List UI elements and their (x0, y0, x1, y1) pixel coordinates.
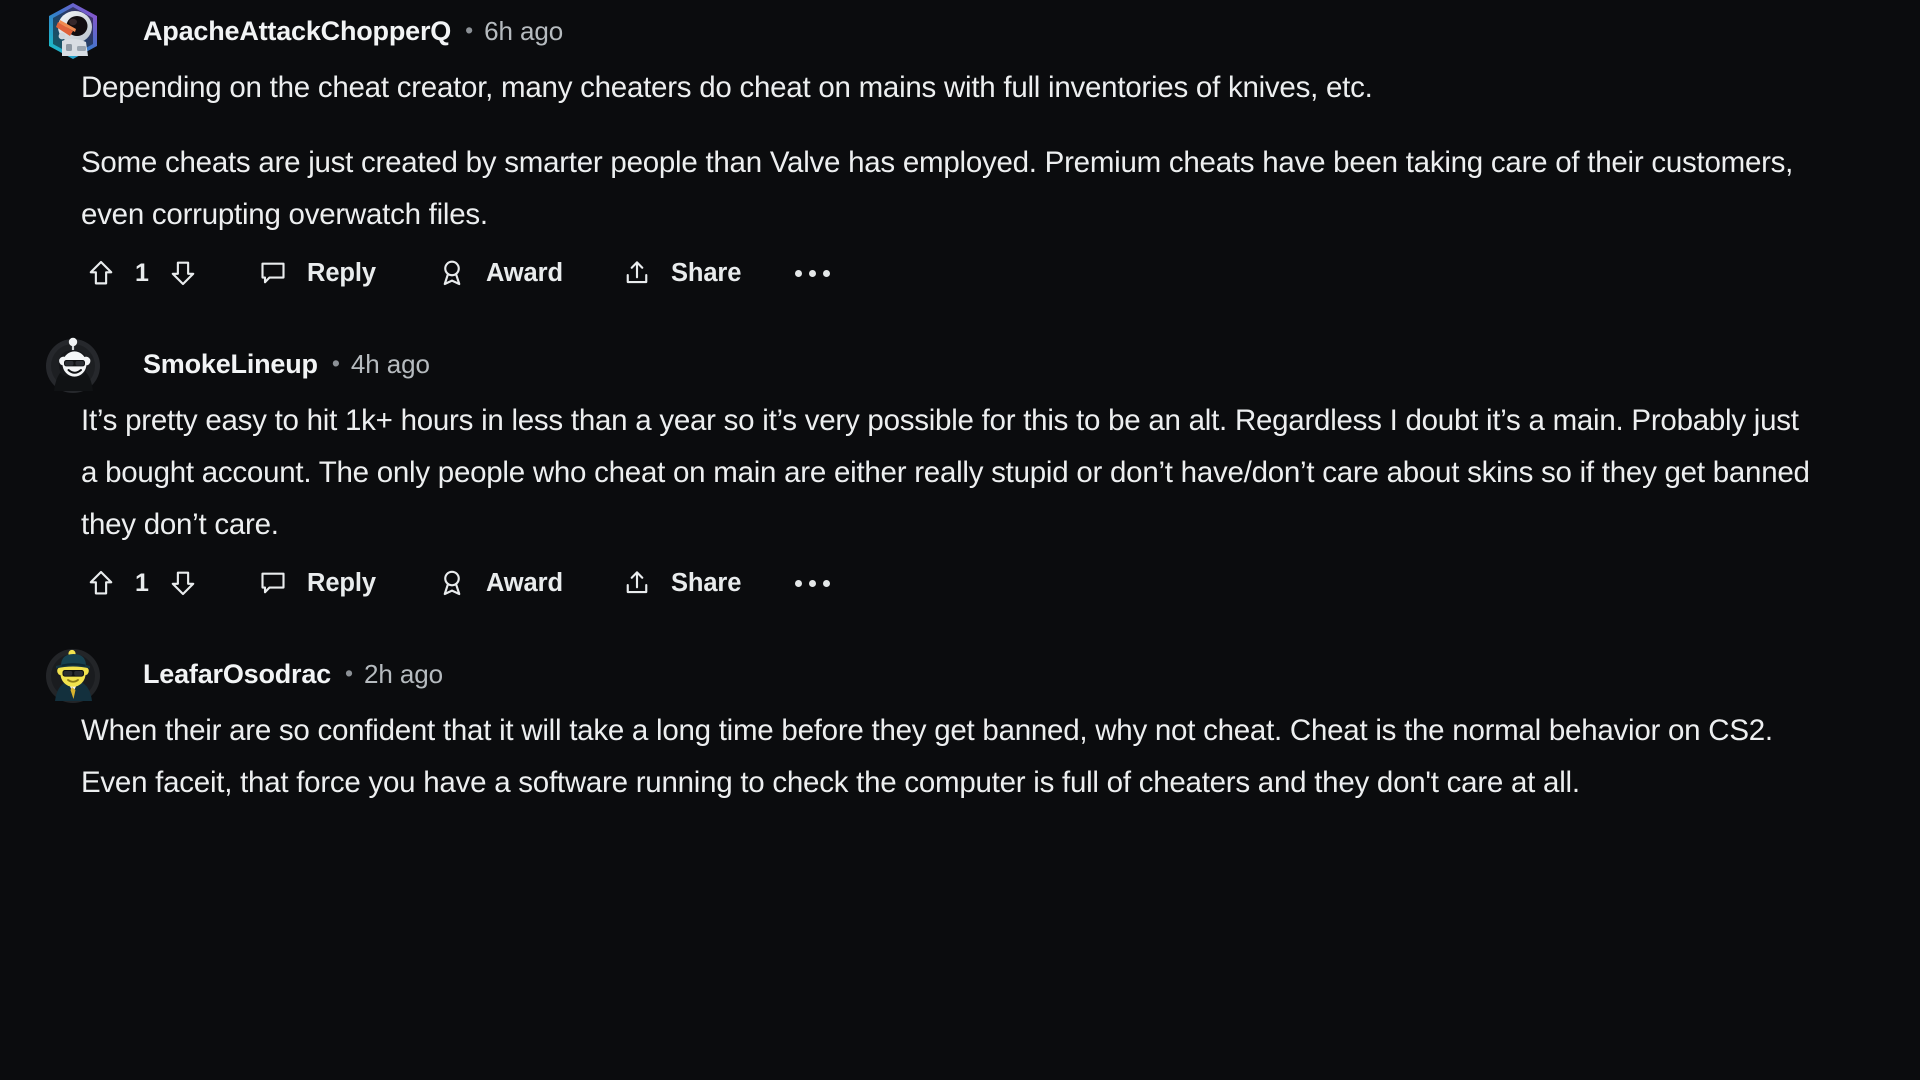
comment-spacer (0, 615, 1920, 643)
vote-count: 1 (135, 568, 149, 597)
comment-paragraph: When their are so confident that it will… (81, 714, 1773, 799)
comment-body: Depending on the cheat creator, many che… (81, 62, 1871, 241)
comment-bubble-icon (253, 253, 293, 293)
reply-label: Reply (307, 568, 376, 597)
upvote-arrow-icon[interactable] (81, 563, 121, 603)
comment-header: ApacheAttackChopperQ • 6h ago (42, 0, 1920, 62)
overflow-dots-icon (791, 563, 834, 603)
separator-dot: • (465, 16, 474, 43)
vote-group: 1 (81, 253, 203, 293)
share-button[interactable]: Share (617, 563, 741, 603)
comment-timestamp: 4h ago (350, 348, 430, 379)
comment-spacer (0, 305, 1920, 333)
comment-header: SmokeLineup • 4h ago (42, 333, 1920, 395)
comment-author-line: SmokeLineup • 4h ago (143, 349, 430, 380)
share-button[interactable]: Share (617, 253, 741, 293)
comment-paragraph: It’s pretty easy to hit 1k+ hours in les… (81, 404, 1810, 541)
avatar[interactable] (42, 643, 104, 705)
reply-button[interactable]: Reply (253, 253, 376, 293)
comment-thread: ApacheAttackChopperQ • 6h ago Depending … (0, 0, 1920, 809)
comment-body: When their are so confident that it will… (81, 705, 1871, 809)
avatar[interactable] (42, 333, 104, 395)
comment-author[interactable]: SmokeLineup (143, 349, 318, 380)
comment-body: It’s pretty easy to hit 1k+ hours in les… (81, 395, 1871, 551)
comment-timestamp: 2h ago (364, 658, 443, 689)
comment-item: LeafarOsodrac • 2h ago When their are so… (0, 643, 1920, 809)
comment-action-bar: 1 Reply Award Share (81, 551, 1920, 615)
share-label: Share (670, 258, 742, 287)
comment-item: ApacheAttackChopperQ • 6h ago Depending … (0, 0, 1920, 305)
reply-button[interactable]: Reply (253, 563, 376, 603)
comment-author[interactable]: LeafarOsodrac (143, 659, 331, 690)
comment-timestamp: 6h ago (484, 15, 564, 46)
award-button[interactable]: Award (432, 563, 563, 603)
award-button[interactable]: Award (432, 253, 563, 293)
comment-author[interactable]: ApacheAttackChopperQ (143, 16, 451, 47)
comment-paragraph: Some cheats are just created by smarter … (81, 146, 1794, 231)
downvote-arrow-icon[interactable] (163, 253, 203, 293)
share-arrow-icon (617, 563, 657, 603)
comment-action-bar: 1 Reply Award Share (81, 241, 1920, 305)
more-options-button[interactable] (791, 563, 834, 603)
upvote-arrow-icon[interactable] (81, 253, 121, 293)
share-arrow-icon (617, 253, 657, 293)
comment-header: LeafarOsodrac • 2h ago (42, 643, 1920, 705)
snoo-hoodie-sunglasses-avatar (42, 333, 104, 395)
vote-count: 1 (135, 258, 149, 287)
vote-group: 1 (81, 563, 203, 603)
reply-label: Reply (307, 258, 376, 287)
comment-paragraph: Depending on the cheat creator, many che… (81, 71, 1373, 104)
award-label: Award (485, 258, 563, 287)
comment-author-line: LeafarOsodrac • 2h ago (143, 659, 443, 690)
avatar[interactable] (42, 0, 104, 62)
separator-dot: • (331, 349, 340, 376)
award-label: Award (485, 568, 563, 597)
comment-bubble-icon (253, 563, 293, 603)
more-options-button[interactable] (791, 253, 834, 293)
overflow-dots-icon (791, 253, 834, 293)
comment-item: SmokeLineup • 4h ago It’s pretty easy to… (0, 333, 1920, 615)
award-ribbon-icon (432, 563, 472, 603)
comment-author-line: ApacheAttackChopperQ • 6h ago (143, 16, 563, 47)
astronaut-helmet-hex-avatar (42, 0, 104, 62)
award-ribbon-icon (432, 253, 472, 293)
share-label: Share (670, 568, 742, 597)
separator-dot: • (344, 659, 354, 686)
snoo-yellow-hat-suit-avatar (42, 643, 104, 705)
downvote-arrow-icon[interactable] (163, 563, 203, 603)
